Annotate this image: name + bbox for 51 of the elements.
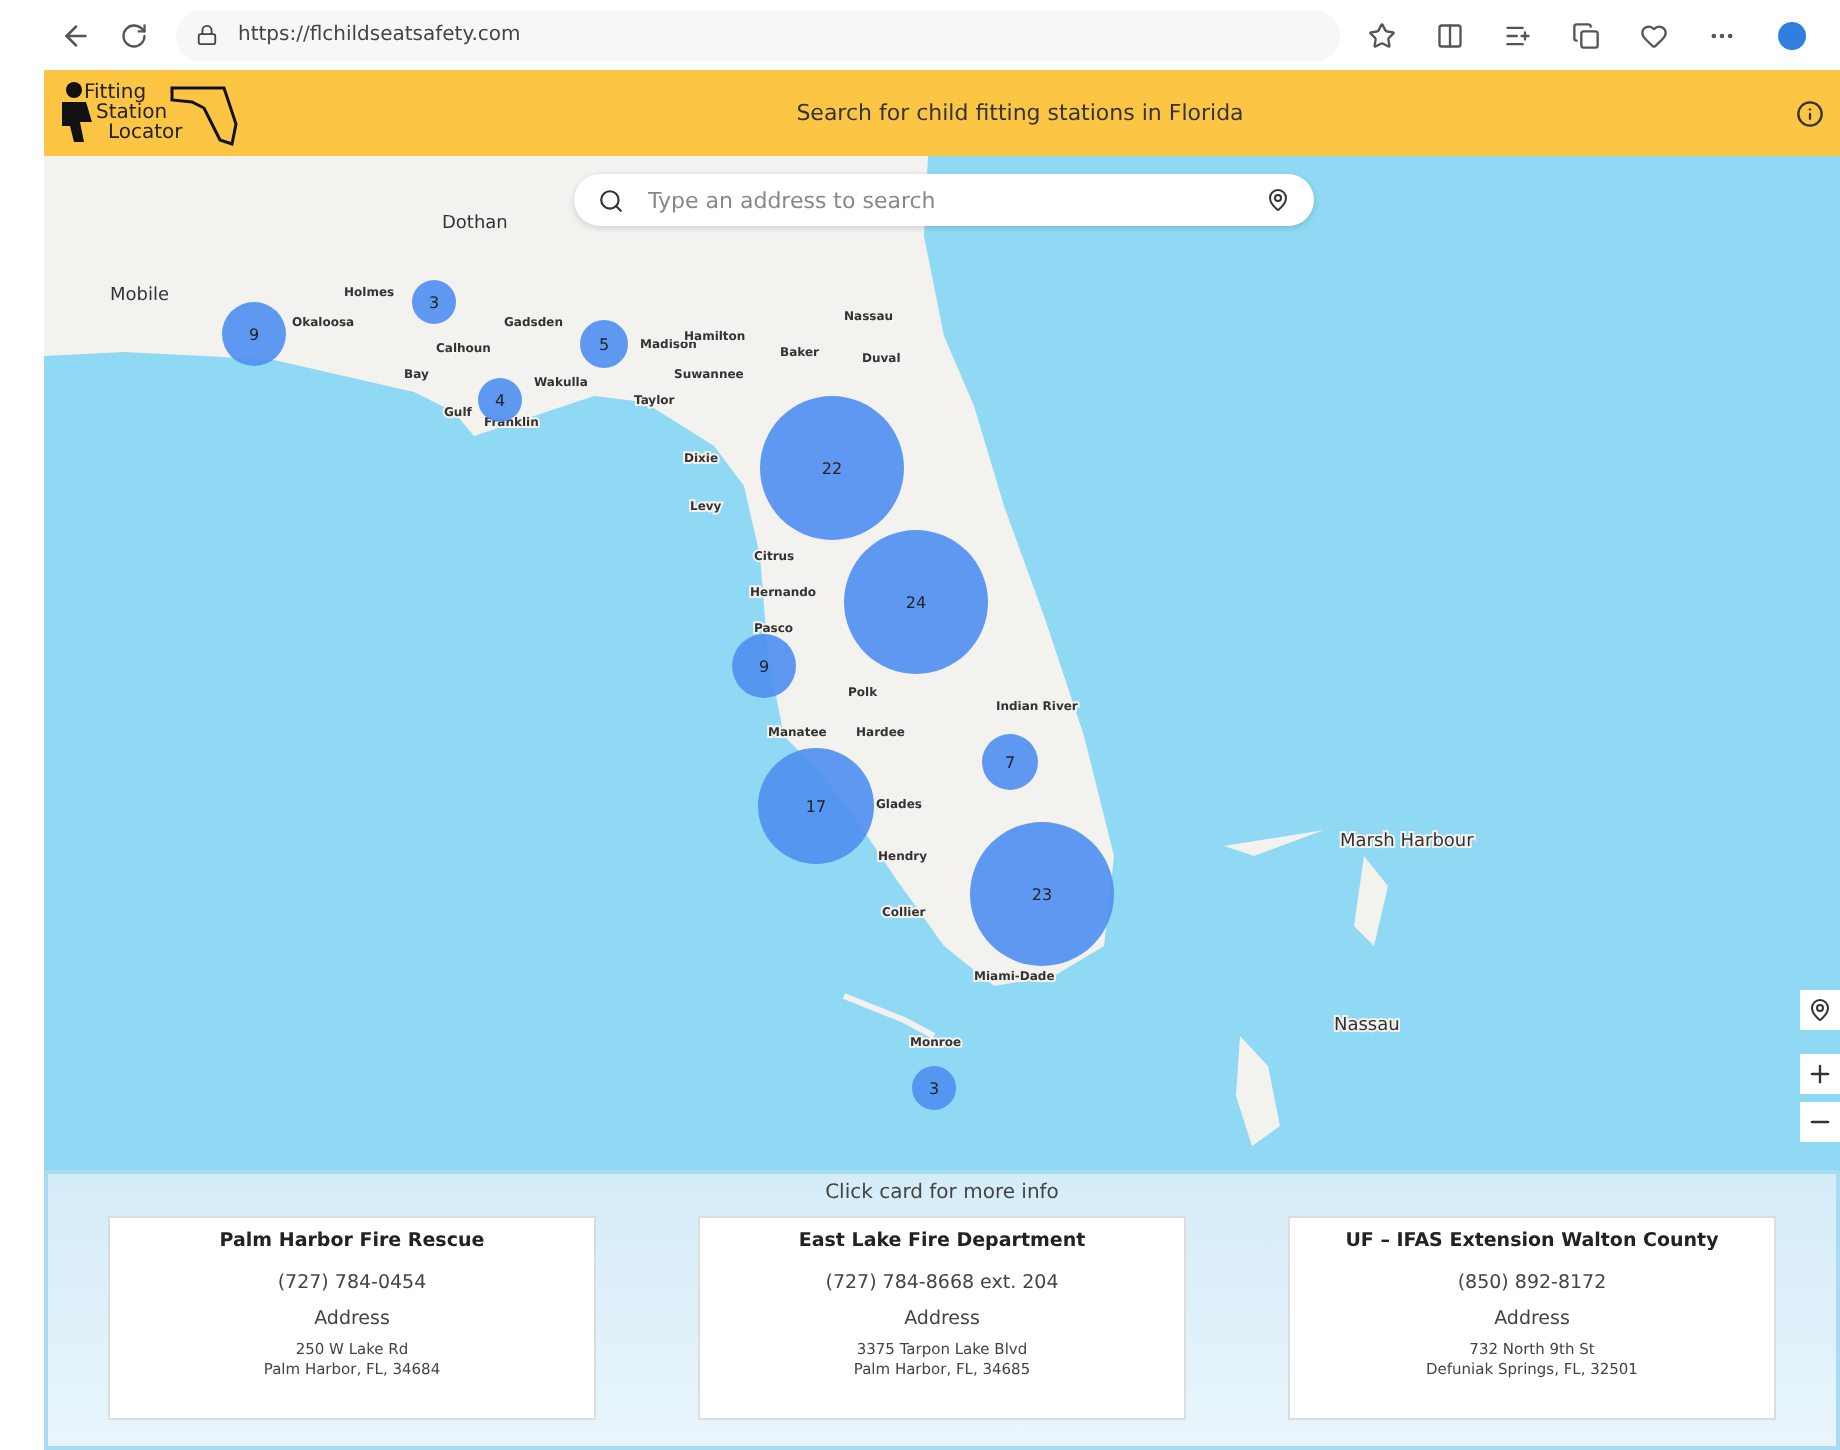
station-cluster-marker[interactable]: 7	[982, 734, 1038, 790]
logo-text: Fitting Station Locator	[84, 83, 183, 143]
heart-icon[interactable]	[1640, 21, 1668, 49]
location-pin-icon[interactable]	[1266, 188, 1290, 212]
station-phone: (727) 784-0454	[277, 1272, 427, 1294]
map-place-label: Dothan	[442, 214, 508, 234]
station-cluster-marker[interactable]: 23	[970, 822, 1114, 966]
map-place-label: Nassau	[1334, 1016, 1400, 1036]
search-input[interactable]: Type an address to search	[644, 185, 1246, 215]
location-pin-icon	[1808, 998, 1832, 1022]
browser-logo-icon[interactable]	[1776, 19, 1808, 51]
island-chain-shape	[842, 993, 936, 1039]
lock-icon	[196, 24, 218, 46]
island-shape	[1224, 830, 1324, 856]
station-name: Palm Harbor Fire Rescue	[219, 1230, 485, 1252]
address-bar[interactable]: https://flchildseatsafety.com	[176, 9, 1340, 61]
locate-button[interactable]	[1800, 990, 1840, 1030]
station-cluster-marker[interactable]: 3	[412, 280, 456, 324]
favorites-icon[interactable]	[1504, 21, 1532, 49]
station-cluster-marker[interactable]: 24	[844, 530, 988, 674]
header-title: Search for child fitting stations in Florida	[794, 100, 1246, 126]
url-text: https://flchildseatsafety.com	[238, 24, 521, 46]
station-name: East Lake Fire Department	[798, 1230, 1086, 1252]
address-label: Address	[314, 1308, 390, 1330]
station-cluster-marker[interactable]: 3	[912, 1066, 956, 1110]
plus-icon	[1806, 1060, 1834, 1088]
station-phone: (727) 784-8668 ext. 204	[825, 1272, 1059, 1294]
map-place-label: Marsh Harbour	[1340, 832, 1474, 852]
station-cluster-marker[interactable]: 9	[732, 634, 796, 698]
station-cluster-marker[interactable]: 5	[580, 320, 628, 368]
reload-icon[interactable]	[120, 21, 148, 49]
zoom-in-button[interactable]	[1800, 1054, 1840, 1094]
info-icon[interactable]	[1796, 99, 1824, 127]
island-shape	[1354, 856, 1388, 946]
star-icon[interactable]	[1368, 21, 1396, 49]
panel-hint: Click card for more info	[825, 1182, 1059, 1204]
address-label: Address	[1494, 1308, 1570, 1330]
search-icon	[598, 187, 624, 213]
split-screen-icon[interactable]	[1436, 21, 1464, 49]
address-label: Address	[904, 1308, 980, 1330]
back-icon[interactable]	[60, 19, 92, 51]
station-cluster-marker[interactable]: 17	[758, 748, 874, 864]
collections-icon[interactable]	[1572, 21, 1600, 49]
map-place-label: Mobile	[110, 286, 170, 306]
station-cluster-marker[interactable]: 9	[222, 302, 286, 366]
zoom-out-button[interactable]	[1800, 1102, 1840, 1142]
station-phone: (850) 892-8172	[1457, 1272, 1607, 1294]
island-shape	[1236, 1036, 1280, 1146]
search-bar[interactable]: Type an address to search	[574, 174, 1314, 226]
station-cluster-marker[interactable]: 22	[760, 396, 904, 540]
station-name: UF – IFAS Extension Walton County	[1345, 1230, 1719, 1252]
